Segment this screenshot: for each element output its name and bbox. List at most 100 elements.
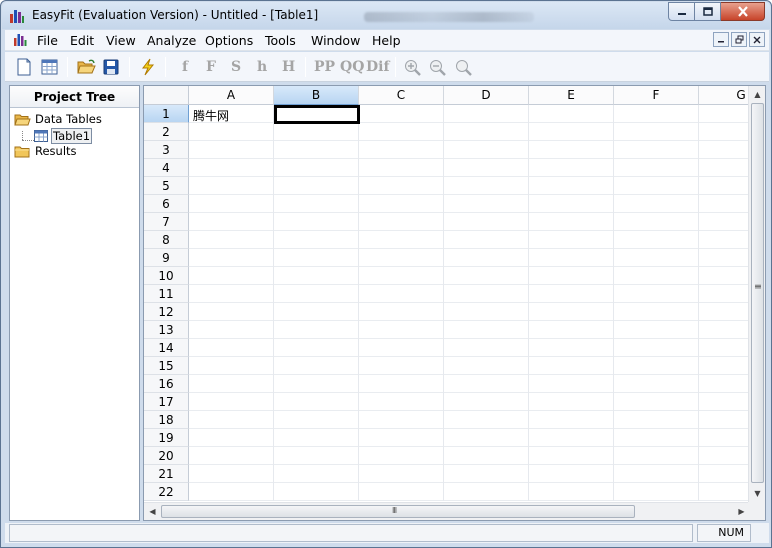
document-chart-icon[interactable] bbox=[13, 33, 27, 47]
menu-file[interactable]: File bbox=[37, 33, 58, 48]
column-header-e[interactable]: E bbox=[529, 86, 614, 105]
new-document-button[interactable] bbox=[14, 57, 34, 77]
row-header-13[interactable]: 13 bbox=[144, 321, 189, 339]
tree-label-data-tables: Data Tables bbox=[35, 112, 102, 126]
menu-analyze[interactable]: Analyze bbox=[147, 33, 196, 48]
vertical-grip: III bbox=[753, 284, 762, 289]
vertical-scroll-thumb[interactable]: III bbox=[751, 103, 764, 483]
close-button[interactable] bbox=[721, 2, 765, 21]
grid-cells-area[interactable] bbox=[189, 105, 749, 501]
scroll-left-arrow-icon[interactable]: ◀ bbox=[145, 504, 160, 519]
folder-open-icon bbox=[14, 114, 31, 125]
status-num-lock: NUM bbox=[697, 524, 751, 542]
row-header-17[interactable]: 17 bbox=[144, 393, 189, 411]
new-table-icon bbox=[41, 59, 57, 75]
mdi-close-button[interactable] bbox=[749, 32, 765, 47]
row-header-21[interactable]: 21 bbox=[144, 465, 189, 483]
menu-bar: File Edit View Analyze Options Tools Win… bbox=[5, 30, 769, 51]
row-header-14[interactable]: 14 bbox=[144, 339, 189, 357]
tree-label-results: Results bbox=[35, 144, 77, 158]
cell-a1[interactable]: 腾牛网 bbox=[193, 107, 229, 124]
save-icon bbox=[103, 59, 119, 75]
analyze-button[interactable] bbox=[138, 57, 158, 77]
row-header-1[interactable]: 1 bbox=[144, 105, 189, 123]
row-header-16[interactable]: 16 bbox=[144, 375, 189, 393]
tree-node-results[interactable]: Results bbox=[14, 144, 77, 158]
active-cell-b1[interactable] bbox=[274, 105, 360, 124]
tree-node-data-tables[interactable]: Data Tables bbox=[14, 112, 102, 126]
tree-label-table1: Table1 bbox=[51, 128, 93, 144]
row-header-11[interactable]: 11 bbox=[144, 285, 189, 303]
row-header-19[interactable]: 19 bbox=[144, 429, 189, 447]
title-bar[interactable]: EasyFit (Evaluation Version) - Untitled … bbox=[2, 2, 770, 29]
row-header-20[interactable]: 20 bbox=[144, 447, 189, 465]
open-button[interactable] bbox=[76, 57, 96, 77]
table-icon bbox=[34, 130, 48, 142]
status-message bbox=[9, 524, 693, 542]
row-header-12[interactable]: 12 bbox=[144, 303, 189, 321]
scroll-up-arrow-icon[interactable]: ▲ bbox=[750, 87, 765, 102]
app-chart-icon bbox=[10, 10, 24, 23]
column-header-d[interactable]: D bbox=[444, 86, 529, 105]
row-header-10[interactable]: 10 bbox=[144, 267, 189, 285]
lightning-analyze-icon bbox=[141, 58, 155, 76]
minimize-icon bbox=[677, 12, 686, 15]
scroll-down-arrow-icon[interactable]: ▼ bbox=[750, 486, 765, 501]
zoom-fit-button[interactable] bbox=[453, 57, 473, 77]
column-header-f[interactable]: F bbox=[614, 86, 699, 105]
column-header-c[interactable]: C bbox=[359, 86, 444, 105]
row-header-22[interactable]: 22 bbox=[144, 483, 189, 501]
zoom-in-button[interactable] bbox=[402, 57, 422, 77]
menu-help[interactable]: Help bbox=[372, 33, 401, 48]
maximize-icon bbox=[702, 7, 713, 16]
graph-cdf-button[interactable]: F bbox=[206, 59, 216, 75]
graph-pdf-button[interactable]: f bbox=[182, 59, 188, 75]
toolbar: f F S h H PP QQ Dif bbox=[5, 52, 769, 82]
graph-cum-hazard-button[interactable]: H bbox=[282, 59, 295, 75]
minimize-button[interactable] bbox=[668, 2, 695, 21]
menu-options[interactable]: Options bbox=[205, 33, 253, 48]
mdi-restore-button[interactable] bbox=[731, 32, 747, 47]
tree-node-table1[interactable]: Table1 bbox=[34, 128, 93, 144]
data-grid: ABCDEFG 1 2 3 4 5 6 7 8 9 10 11 12 13 14 15 16 17 18 19 20 2… bbox=[143, 85, 766, 521]
blurred-title-region bbox=[364, 12, 534, 22]
graph-survival-button[interactable]: S bbox=[231, 59, 241, 75]
row-header-3[interactable]: 3 bbox=[144, 141, 189, 159]
select-all-corner[interactable] bbox=[144, 86, 189, 105]
column-header-a[interactable]: A bbox=[189, 86, 274, 105]
menu-edit[interactable]: Edit bbox=[70, 33, 94, 48]
graph-difference-button[interactable]: Dif bbox=[366, 59, 389, 75]
row-header-5[interactable]: 5 bbox=[144, 177, 189, 195]
graph-pp-button[interactable]: PP bbox=[314, 59, 335, 75]
window-title: EasyFit (Evaluation Version) - Untitled … bbox=[32, 8, 319, 22]
restore-icon bbox=[735, 35, 743, 44]
close-icon bbox=[737, 6, 748, 17]
row-header-9[interactable]: 9 bbox=[144, 249, 189, 267]
new-table-button[interactable] bbox=[39, 57, 59, 77]
menu-view[interactable]: View bbox=[106, 33, 136, 48]
zoom-out-icon bbox=[429, 59, 446, 76]
graph-qq-button[interactable]: QQ bbox=[340, 59, 364, 75]
scroll-right-arrow-icon[interactable]: ▶ bbox=[734, 504, 749, 519]
maximize-button[interactable] bbox=[695, 2, 721, 21]
open-folder-icon bbox=[76, 59, 96, 74]
minimize-icon bbox=[718, 40, 724, 42]
horizontal-scrollbar[interactable]: ◀ III ▶ bbox=[144, 502, 750, 520]
zoom-out-button[interactable] bbox=[427, 57, 447, 77]
menu-window[interactable]: Window bbox=[311, 33, 360, 48]
horizontal-scroll-thumb[interactable]: III bbox=[161, 505, 635, 518]
row-header-6[interactable]: 6 bbox=[144, 195, 189, 213]
row-header-7[interactable]: 7 bbox=[144, 213, 189, 231]
row-header-8[interactable]: 8 bbox=[144, 231, 189, 249]
row-header-18[interactable]: 18 bbox=[144, 411, 189, 429]
mdi-minimize-button[interactable] bbox=[713, 32, 729, 47]
row-header-15[interactable]: 15 bbox=[144, 357, 189, 375]
menu-tools[interactable]: Tools bbox=[265, 33, 296, 48]
save-button[interactable] bbox=[101, 57, 121, 77]
folder-icon bbox=[14, 146, 30, 157]
column-header-b[interactable]: B bbox=[274, 86, 359, 105]
row-header-2[interactable]: 2 bbox=[144, 123, 189, 141]
row-header-4[interactable]: 4 bbox=[144, 159, 189, 177]
graph-hazard-button[interactable]: h bbox=[257, 59, 267, 75]
vertical-scrollbar[interactable]: ▲ III ▼ bbox=[748, 86, 765, 502]
